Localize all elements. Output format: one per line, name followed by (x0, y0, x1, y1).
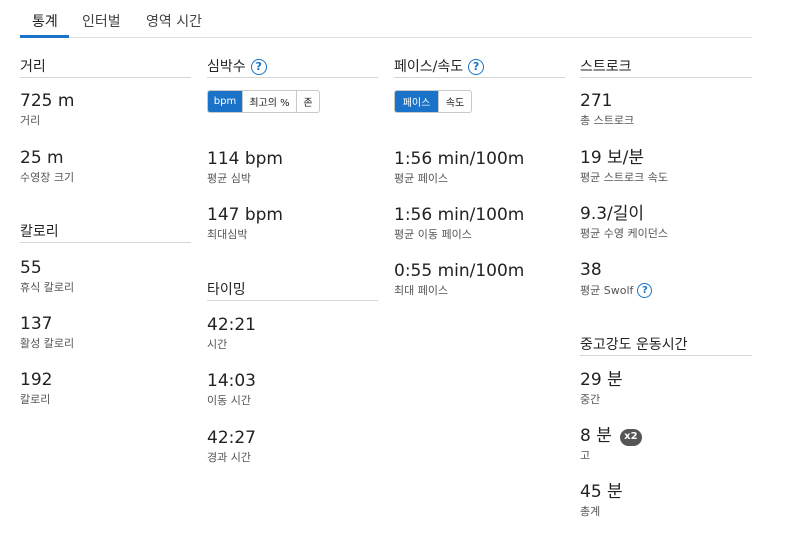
toggle-pace[interactable]: 페이스 (395, 91, 439, 112)
stat-value: 1:56 min/100m (394, 205, 525, 225)
stat-value: 725 m (20, 91, 75, 111)
stat-total-intensity-minutes: 45 분 총계 (580, 482, 623, 519)
stat-value: 192 (20, 370, 53, 390)
stat-value: 137 (20, 314, 53, 334)
help-icon[interactable]: ? (468, 58, 485, 75)
stat-label: 총계 (580, 505, 601, 518)
column-heart-rate-timing: 심박수 ? bpm 최고의 % 존 114 bpm 평균 심박 147 bpm … (207, 56, 378, 476)
stat-label: 중간 (580, 393, 601, 406)
stat-moving-time: 14:03 이동 시간 (207, 371, 256, 408)
section-title-heart-rate: 심박수 ? (207, 56, 378, 78)
stat-active-calories: 137 활성 칼로리 (20, 314, 74, 351)
stat-label: 평균 심박 (207, 172, 251, 185)
stat-avg-moving-pace: 1:56 min/100m 평균 이동 페이스 (394, 205, 524, 242)
stat-value: 38 (580, 260, 602, 280)
stat-elapsed-time: 42:27 경과 시간 (207, 428, 256, 465)
heart-rate-unit-toggle: bpm 최고의 % 존 (207, 90, 320, 113)
stat-label: 이동 시간 (207, 394, 251, 407)
active-tab-indicator (20, 35, 69, 38)
stat-avg-swolf: 38 평균 Swolf ? (580, 260, 653, 298)
stat-value: 271 (580, 91, 613, 111)
stat-distance: 725 m 거리 (20, 91, 74, 128)
stat-avg-pace: 1:56 min/100m 평균 페이스 (394, 149, 524, 186)
stat-label: 고 (580, 449, 591, 462)
section-title-calories: 칼로리 (20, 221, 191, 243)
tab-intervals[interactable]: 인터벌 (82, 11, 121, 31)
section-title-timing: 타이밍 (207, 279, 378, 301)
stat-avg-swim-cadence: 9.3/길이 평균 수영 케이던스 (580, 204, 668, 241)
section-title-stroke: 스트로크 (580, 56, 752, 78)
help-icon[interactable]: ? (250, 58, 267, 75)
stat-label: 평균 페이스 (394, 172, 449, 185)
stat-value: 9.3/길이 (580, 204, 645, 224)
section-title-intensity-minutes: 중고강도 운동시간 (580, 334, 752, 356)
stat-label: 칼로리 (20, 393, 51, 406)
tab-stats[interactable]: 통계 (32, 11, 58, 31)
stat-vigorous-minutes: 8 분 x2 고 (580, 426, 642, 463)
stat-avg-hr: 114 bpm 평균 심박 (207, 149, 283, 186)
stat-label-text: 평균 Swolf (580, 283, 634, 297)
section-title-distance: 거리 (20, 56, 191, 78)
stat-total-strokes: 271 총 스트로크 (580, 91, 634, 128)
stat-label: 총 스트로크 (580, 114, 635, 127)
stat-value: 1:56 min/100m (394, 149, 525, 169)
tab-bar: 통계 인터벌 영역 시간 (20, 0, 752, 38)
stat-label: 최대 페이스 (394, 284, 449, 297)
toggle-zone[interactable]: 존 (297, 91, 319, 112)
column-stroke-intensity: 스트로크 271 총 스트로크 19 보/분 평균 스트로크 속도 9.3/길이… (580, 56, 752, 536)
stat-label: 거리 (20, 114, 41, 127)
help-icon[interactable]: ? (637, 283, 653, 298)
stat-value: 42:27 (207, 428, 256, 448)
stat-pool-length: 25 m 수영장 크기 (20, 148, 74, 185)
stat-value-text: 8 분 (580, 426, 612, 446)
toggle-max-percent[interactable]: 최고의 % (243, 91, 297, 112)
stat-label: 휴식 칼로리 (20, 281, 75, 294)
stat-value: 42:21 (207, 315, 256, 335)
stat-max-hr: 147 bpm 최대심박 (207, 205, 283, 242)
toggle-bpm[interactable]: bpm (208, 91, 243, 112)
stat-label: 평균 Swolf ? (580, 283, 653, 298)
stat-value: 14:03 (207, 371, 256, 391)
stat-value: 19 보/분 (580, 148, 645, 168)
stat-resting-calories: 55 휴식 칼로리 (20, 258, 74, 295)
stat-label: 활성 칼로리 (20, 337, 75, 350)
stat-label: 수영장 크기 (20, 171, 75, 184)
stat-moderate-minutes: 29 분 중간 (580, 370, 623, 407)
section-title-pace: 페이스/속도 ? (394, 56, 565, 78)
stat-value: 8 분 x2 (580, 426, 642, 446)
stat-label: 평균 이동 페이스 (394, 228, 472, 241)
stat-avg-stroke-rate: 19 보/분 평균 스트로크 속도 (580, 148, 668, 185)
stat-label: 평균 스트로크 속도 (580, 171, 668, 184)
stat-value: 147 bpm (207, 205, 283, 225)
stat-label: 평균 수영 케이던스 (580, 227, 668, 240)
stat-time: 42:21 시간 (207, 315, 256, 352)
column-distance-calories: 거리 725 m 거리 25 m 수영장 크기 칼로리 55 휴식 칼로리 13… (20, 56, 191, 456)
column-pace-speed: 페이스/속도 ? 페이스 속도 1:56 min/100m 평균 페이스 1:5… (394, 56, 565, 316)
stat-value: 0:55 min/100m (394, 261, 525, 281)
stat-value: 45 분 (580, 482, 623, 502)
stat-value: 114 bpm (207, 149, 283, 169)
pace-speed-toggle: 페이스 속도 (394, 90, 472, 113)
stat-label: 시간 (207, 338, 228, 351)
stat-label: 최대심박 (207, 228, 248, 241)
tab-zone-time[interactable]: 영역 시간 (146, 11, 202, 31)
stat-total-calories: 192 칼로리 (20, 370, 52, 407)
stat-label: 경과 시간 (207, 451, 251, 464)
toggle-speed[interactable]: 속도 (439, 91, 471, 112)
stat-value: 55 (20, 258, 42, 278)
multiplier-badge: x2 (619, 428, 642, 446)
stat-value: 25 m (20, 148, 64, 168)
stat-value: 29 분 (580, 370, 623, 390)
stat-max-pace: 0:55 min/100m 최대 페이스 (394, 261, 524, 298)
